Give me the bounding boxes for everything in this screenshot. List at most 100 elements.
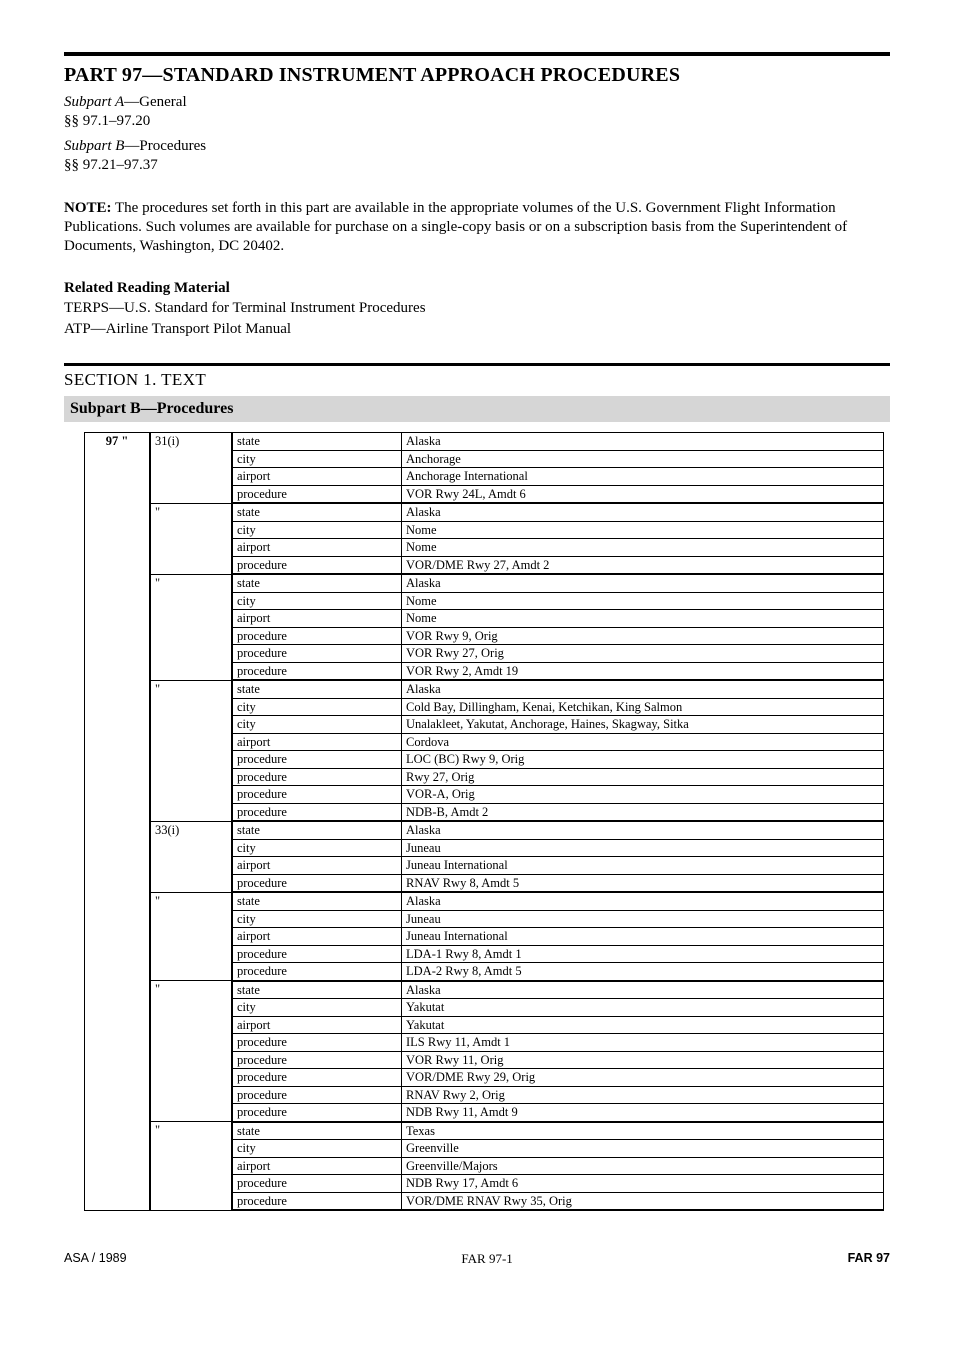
col-amendment: 33(i) [150,821,232,892]
col-value: VOR-A, Orig [402,786,884,804]
subpart-a-label: Subpart A [64,94,124,110]
col-key: city [232,999,402,1017]
col-key: airport [232,468,402,486]
subpart-a-range: §§ 97.1–97.20 [64,112,890,131]
col-key: airport [232,1016,402,1034]
col-value: Nome [402,592,884,610]
note-label: NOTE: [64,200,112,216]
col-value: Yakutat [402,999,884,1017]
section-title: SECTION 1. TEXT [64,370,890,390]
col-key: procedure [232,803,402,821]
col-key: state [232,821,402,839]
col-key: procedure [232,751,402,769]
col-key: airport [232,539,402,557]
col-value: Texas [402,1122,884,1140]
col-key: airport [232,610,402,628]
col-value: Rwy 27, Orig [402,768,884,786]
col-value: VOR/DME RNAV Rwy 35, Orig [402,1192,884,1210]
col-key: procedure [232,485,402,503]
col-key: city [232,698,402,716]
col-key: state [232,503,402,521]
note-block: NOTE: The procedures set forth in this p… [64,199,890,256]
col-key: state [232,892,402,910]
footer-left: ASA / 1989 [64,1251,127,1267]
col-value: RNAV Rwy 8, Amdt 5 [402,874,884,892]
col-value: LOC (BC) Rwy 9, Orig [402,751,884,769]
col-value: Alaska [402,981,884,999]
col-value: Juneau [402,910,884,928]
col-value: Yakutat [402,1016,884,1034]
col-amendment: " [150,574,232,680]
col-value: VOR Rwy 11, Orig [402,1051,884,1069]
section-band: Subpart B—Procedures [64,396,890,422]
subpart-a-line: Subpart A—General [64,93,890,112]
col-amendment: " [150,503,232,574]
col-value: LDA-1 Rwy 8, Amdt 1 [402,945,884,963]
procedures-table: 97 "31(i)stateAlaskacityAnchorageairport… [84,432,884,1211]
footer-center: FAR 97-1 [127,1251,848,1267]
col-key: procedure [232,1104,402,1122]
related-heading: Related Reading Material [64,280,890,297]
col-key: city [232,839,402,857]
col-value: Nome [402,521,884,539]
col-value: Greenville [402,1140,884,1158]
related-line-1: TERPS—U.S. Standard for Terminal Instrum… [64,299,890,318]
col-key: procedure [232,662,402,680]
col-value: VOR Rwy 24L, Amdt 6 [402,485,884,503]
col-value: Nome [402,610,884,628]
col-value: NDB-B, Amdt 2 [402,803,884,821]
col-key: procedure [232,1034,402,1052]
subpart-b-name: —Procedures [124,138,206,154]
col-value: Unalakleet, Yakutat, Anchorage, Haines, … [402,716,884,734]
col-value: VOR Rwy 2, Amdt 19 [402,662,884,680]
col-key: procedure [232,768,402,786]
col-amendment: 31(i) [150,433,232,504]
col-value: Juneau International [402,857,884,875]
col-key: state [232,680,402,698]
subpart-a-name: —General [124,94,186,110]
col-value: Anchorage International [402,468,884,486]
col-key: procedure [232,1175,402,1193]
note-text: The procedures set forth in this part ar… [64,200,847,254]
col-amendment: " [150,981,232,1122]
col-key: state [232,981,402,999]
col-key: airport [232,928,402,946]
col-key: city [232,1140,402,1158]
col-key: procedure [232,556,402,574]
col-key: procedure [232,786,402,804]
col-value: LDA-2 Rwy 8, Amdt 5 [402,963,884,981]
col-value: VOR Rwy 27, Orig [402,645,884,663]
col-key: procedure [232,1086,402,1104]
col-value: ILS Rwy 11, Amdt 1 [402,1034,884,1052]
col-key: airport [232,1157,402,1175]
col-key: procedure [232,874,402,892]
col-value: Anchorage [402,450,884,468]
col-value: Juneau [402,839,884,857]
col-key: procedure [232,645,402,663]
col-key: procedure [232,945,402,963]
col-value: Juneau International [402,928,884,946]
col-key: procedure [232,627,402,645]
col-value: Alaska [402,433,884,451]
col-amendment: " [150,1122,232,1211]
footer-right: FAR 97 [848,1251,890,1267]
col-key: city [232,521,402,539]
col-value: Alaska [402,892,884,910]
col-key: procedure [232,1069,402,1087]
col-value: NDB Rwy 11, Amdt 9 [402,1104,884,1122]
col-value: Cold Bay, Dillingham, Kenai, Ketchikan, … [402,698,884,716]
col-key: city [232,716,402,734]
col-amendment: " [150,892,232,981]
col-key: procedure [232,1051,402,1069]
col-key: procedure [232,1192,402,1210]
col-value: NDB Rwy 17, Amdt 6 [402,1175,884,1193]
col-key: city [232,450,402,468]
col-key: city [232,592,402,610]
col-value: VOR/DME Rwy 29, Orig [402,1069,884,1087]
part-title: PART 97—STANDARD INSTRUMENT APPROACH PRO… [64,64,890,87]
col-key: procedure [232,963,402,981]
col-value: VOR/DME Rwy 27, Amdt 2 [402,556,884,574]
col-key: state [232,574,402,592]
col-key: city [232,910,402,928]
col-key: state [232,1122,402,1140]
